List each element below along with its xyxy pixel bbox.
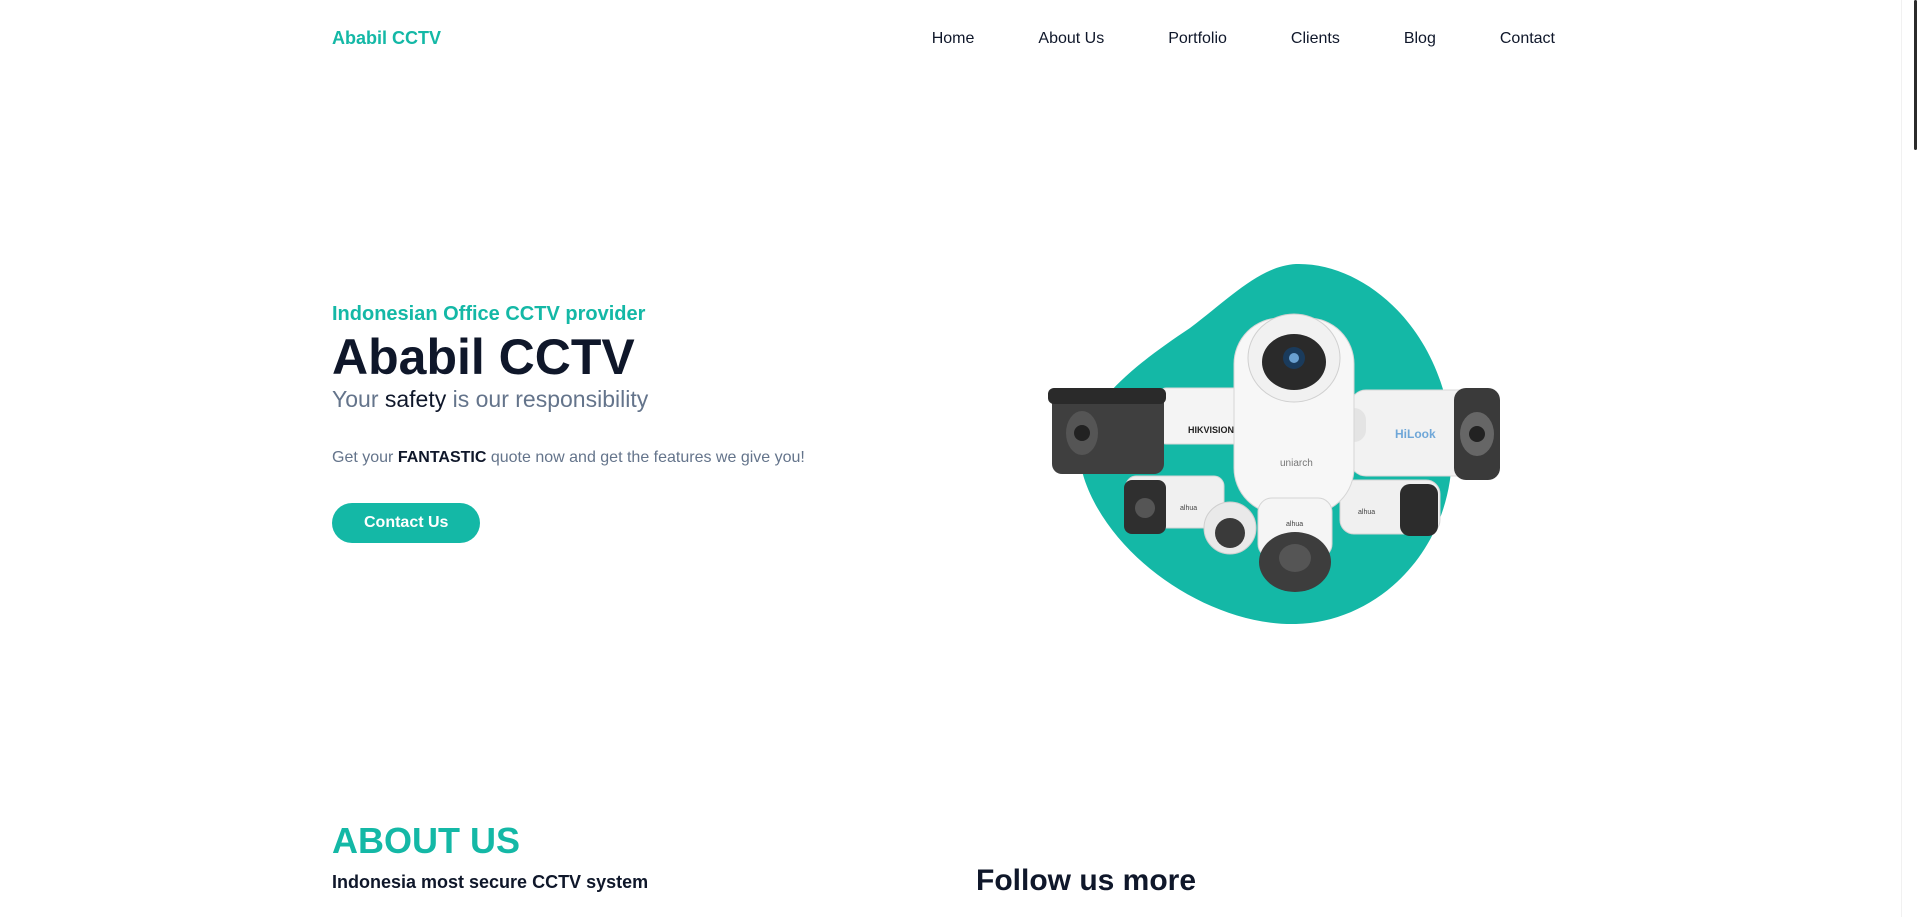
nav-contact[interactable]: Contact bbox=[1500, 30, 1555, 48]
about-subtitle: Indonesia most secure CCTV system bbox=[332, 872, 649, 892]
nav-clients[interactable]: Clients bbox=[1291, 30, 1340, 48]
lower-right-bullet-camera: alhua bbox=[1339, 479, 1441, 536]
small-dome-camera bbox=[1203, 501, 1257, 555]
brand-logo-link[interactable]: Ababil CCTV bbox=[332, 28, 441, 49]
brand-label-hikvision: HIKVISION bbox=[1188, 425, 1234, 435]
desc-pre: Get your bbox=[332, 449, 394, 466]
scrollbar-thumb[interactable] bbox=[1914, 0, 1917, 150]
tagline-pre: Your bbox=[332, 386, 379, 412]
hero-tagline: Your safety is our responsibility bbox=[332, 386, 805, 413]
about-title: ABOUT US bbox=[332, 820, 520, 861]
desc-bold: FANTASTIC bbox=[397, 449, 487, 466]
right-bullet-camera: HiLook bbox=[1340, 388, 1500, 480]
nav-blog[interactable]: Blog bbox=[1404, 30, 1436, 48]
hero-cctv-illustration: HIKVISION HiLook alhua alhua uniarch alh… bbox=[1040, 258, 1540, 638]
hero-description: Get your FANTASTIC quote now and get the… bbox=[332, 449, 805, 467]
nav-links: Home About Us Portfolio Clients Blog Con… bbox=[932, 30, 1555, 48]
tagline-emphasis: safety bbox=[384, 386, 447, 412]
nav-home[interactable]: Home bbox=[932, 30, 975, 48]
brand-label-alhua-right: alhua bbox=[1358, 509, 1375, 516]
brand-label-uniarch: uniarch bbox=[1280, 458, 1313, 469]
hero-title: Ababil CCTV bbox=[332, 329, 635, 385]
center-ptz-camera: uniarch bbox=[1233, 313, 1355, 515]
tagline-post: is our responsibility bbox=[452, 386, 649, 412]
page-scrollbar[interactable] bbox=[1901, 0, 1919, 917]
hero-subtitle: Indonesian Office CCTV provider bbox=[332, 303, 646, 325]
nav-about-us[interactable]: About Us bbox=[1038, 30, 1104, 48]
cctv-cameras-image: HIKVISION HiLook alhua alhua uniarch alh… bbox=[1048, 263, 1500, 625]
about-section: ABOUT US Indonesia most secure CCTV syst… bbox=[332, 820, 648, 893]
brand-label-alhua-bottom: alhua bbox=[1286, 521, 1303, 528]
contact-us-button[interactable]: Contact Us bbox=[332, 503, 481, 543]
brand-label-hilook: HiLook bbox=[1395, 427, 1436, 441]
brand-label-alhua-left: alhua bbox=[1180, 505, 1197, 512]
bottom-ptz-dome-camera: alhua bbox=[1257, 497, 1333, 592]
nav-portfolio[interactable]: Portfolio bbox=[1168, 30, 1227, 48]
hero-section: Indonesian Office CCTV provider Ababil C… bbox=[332, 303, 805, 543]
navbar: Ababil CCTV Home About Us Portfolio Clie… bbox=[0, 0, 1900, 80]
follow-us-heading: Follow us more bbox=[976, 864, 1197, 897]
desc-post: quote now and get the features we give y… bbox=[490, 449, 805, 466]
